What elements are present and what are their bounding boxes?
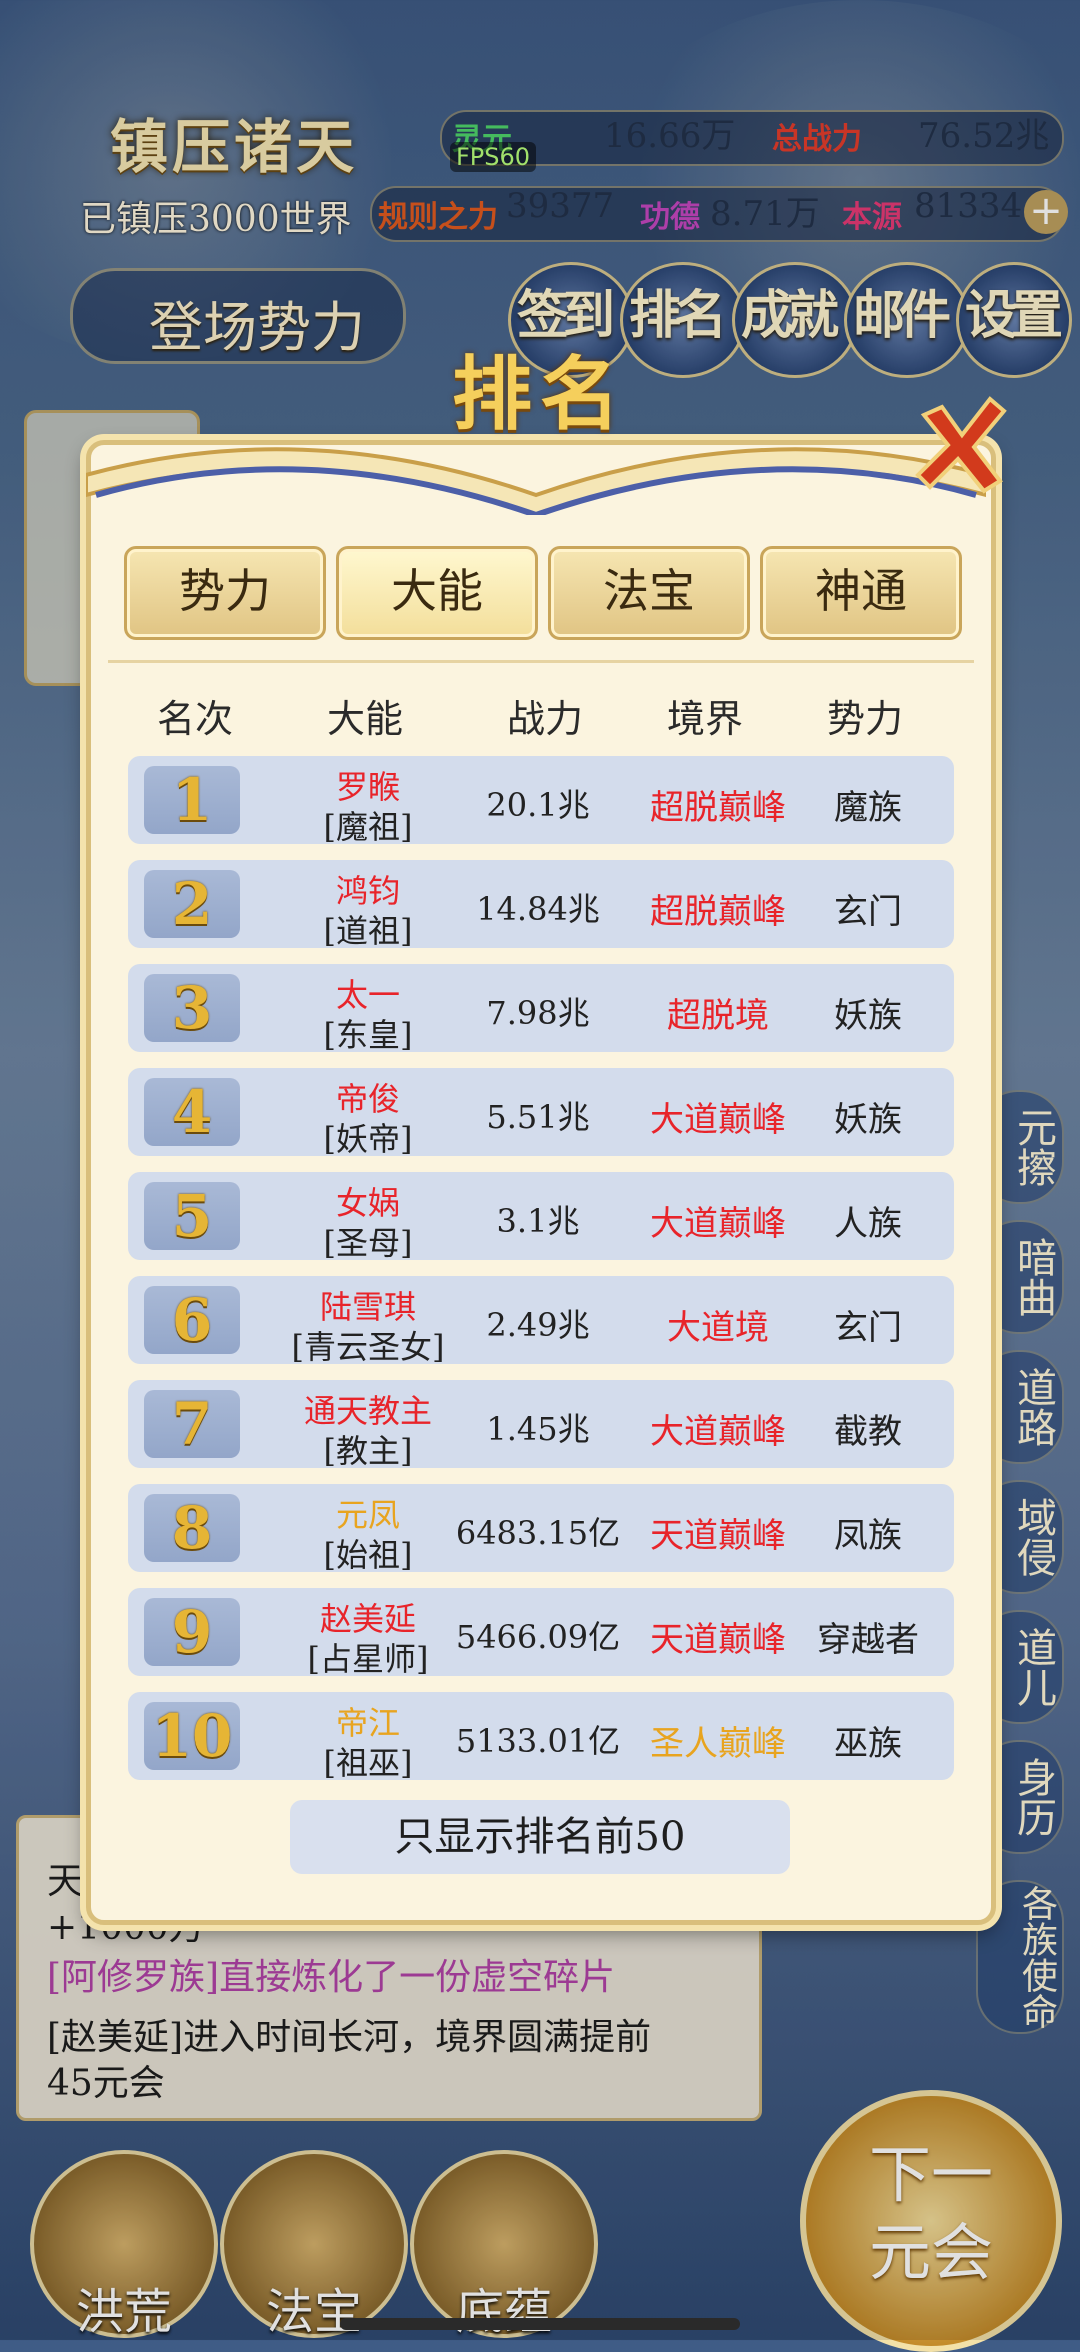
header-realm: 境界 bbox=[666, 697, 743, 741]
header-power: 战力 bbox=[506, 697, 583, 741]
power-value: 14.84兆 bbox=[476, 890, 600, 928]
rank-badge: 2 bbox=[144, 870, 240, 938]
rank-badge: 5 bbox=[144, 1182, 240, 1250]
power-value: 5.51兆 bbox=[486, 1098, 590, 1136]
power-value: 3.1兆 bbox=[496, 1202, 580, 1240]
close-icon[interactable] bbox=[912, 395, 1008, 495]
rank-badge: 4 bbox=[144, 1078, 240, 1146]
header-faction: 势力 bbox=[826, 697, 903, 741]
power-value: 20.1兆 bbox=[486, 786, 590, 824]
table-row[interactable]: 10 帝江 [祖巫] 5133.01亿 圣人巅峰 巫族 bbox=[128, 1692, 954, 1782]
rank-badge: 3 bbox=[144, 974, 240, 1042]
table-row[interactable]: 4 帝俊 [妖帝] 5.51兆 大道巅峰 妖族 bbox=[128, 1068, 954, 1158]
table-row[interactable]: 7 通天教主 [教主] 1.45兆 大道巅峰 截教 bbox=[128, 1380, 954, 1470]
table-row[interactable]: 2 鸿钧 [道祖] 14.84兆 超脱巅峰 玄门 bbox=[128, 860, 954, 950]
faction-value: 玄门 bbox=[834, 1308, 902, 1348]
faction-value: 玄门 bbox=[834, 892, 902, 932]
tab-powerhouses[interactable]: 大能 bbox=[336, 546, 538, 640]
power-value: 2.49兆 bbox=[486, 1306, 590, 1344]
tab-treasures[interactable]: 法宝 bbox=[548, 546, 750, 640]
home-indicator[interactable] bbox=[340, 2318, 740, 2330]
faction-value: 巫族 bbox=[834, 1724, 902, 1764]
header-rank: 名次 bbox=[156, 697, 233, 741]
table-row[interactable]: 3 太一 [东皇] 7.98兆 超脱境 妖族 bbox=[128, 964, 954, 1054]
rank-badge: 7 bbox=[144, 1390, 240, 1458]
tab-abilities[interactable]: 神通 bbox=[760, 546, 962, 640]
top50-note: 只显示排名前50 bbox=[290, 1800, 790, 1874]
faction-value: 妖族 bbox=[834, 1100, 902, 1140]
faction-value: 人族 bbox=[834, 1204, 902, 1244]
power-value: 5133.01亿 bbox=[455, 1722, 621, 1760]
table-row[interactable]: 6 陆雪琪 [青云圣女] 2.49兆 大道境 玄门 bbox=[128, 1276, 954, 1366]
power-value: 1.45兆 bbox=[486, 1410, 590, 1448]
faction-value: 妖族 bbox=[834, 996, 902, 1036]
table-row[interactable]: 1 罗睺 [魔祖] 20.1兆 超脱巅峰 魔族 bbox=[128, 756, 954, 846]
faction-value: 穿越者 bbox=[817, 1620, 919, 1660]
power-value: 7.98兆 bbox=[486, 994, 590, 1032]
faction-value: 魔族 bbox=[834, 788, 902, 828]
table-row[interactable]: 9 赵美延 [占星师] 5466.09亿 天道巅峰 穿越者 bbox=[128, 1588, 954, 1678]
rank-badge: 8 bbox=[144, 1494, 240, 1562]
faction-value: 凤族 bbox=[834, 1516, 902, 1556]
faction-value: 截教 bbox=[834, 1412, 902, 1452]
table-row[interactable]: 5 女娲 [圣母] 3.1兆 大道巅峰 人族 bbox=[128, 1172, 954, 1262]
header-divider bbox=[108, 660, 974, 663]
tab-factions[interactable]: 势力 bbox=[124, 546, 326, 640]
rank-badge: 1 bbox=[144, 766, 240, 834]
header-powerhouse: 大能 bbox=[326, 697, 403, 741]
table-row[interactable]: 8 元凤 [始祖] 6483.15亿 天道巅峰 凤族 bbox=[128, 1484, 954, 1574]
power-value: 6483.15亿 bbox=[455, 1514, 621, 1552]
rank-badge: 10 bbox=[144, 1702, 240, 1770]
rank-badge: 9 bbox=[144, 1598, 240, 1666]
rank-badge: 6 bbox=[144, 1286, 240, 1354]
power-value: 5466.09亿 bbox=[455, 1618, 621, 1656]
ranking-tabs: 势力 大能 法宝 神通 bbox=[124, 546, 962, 640]
